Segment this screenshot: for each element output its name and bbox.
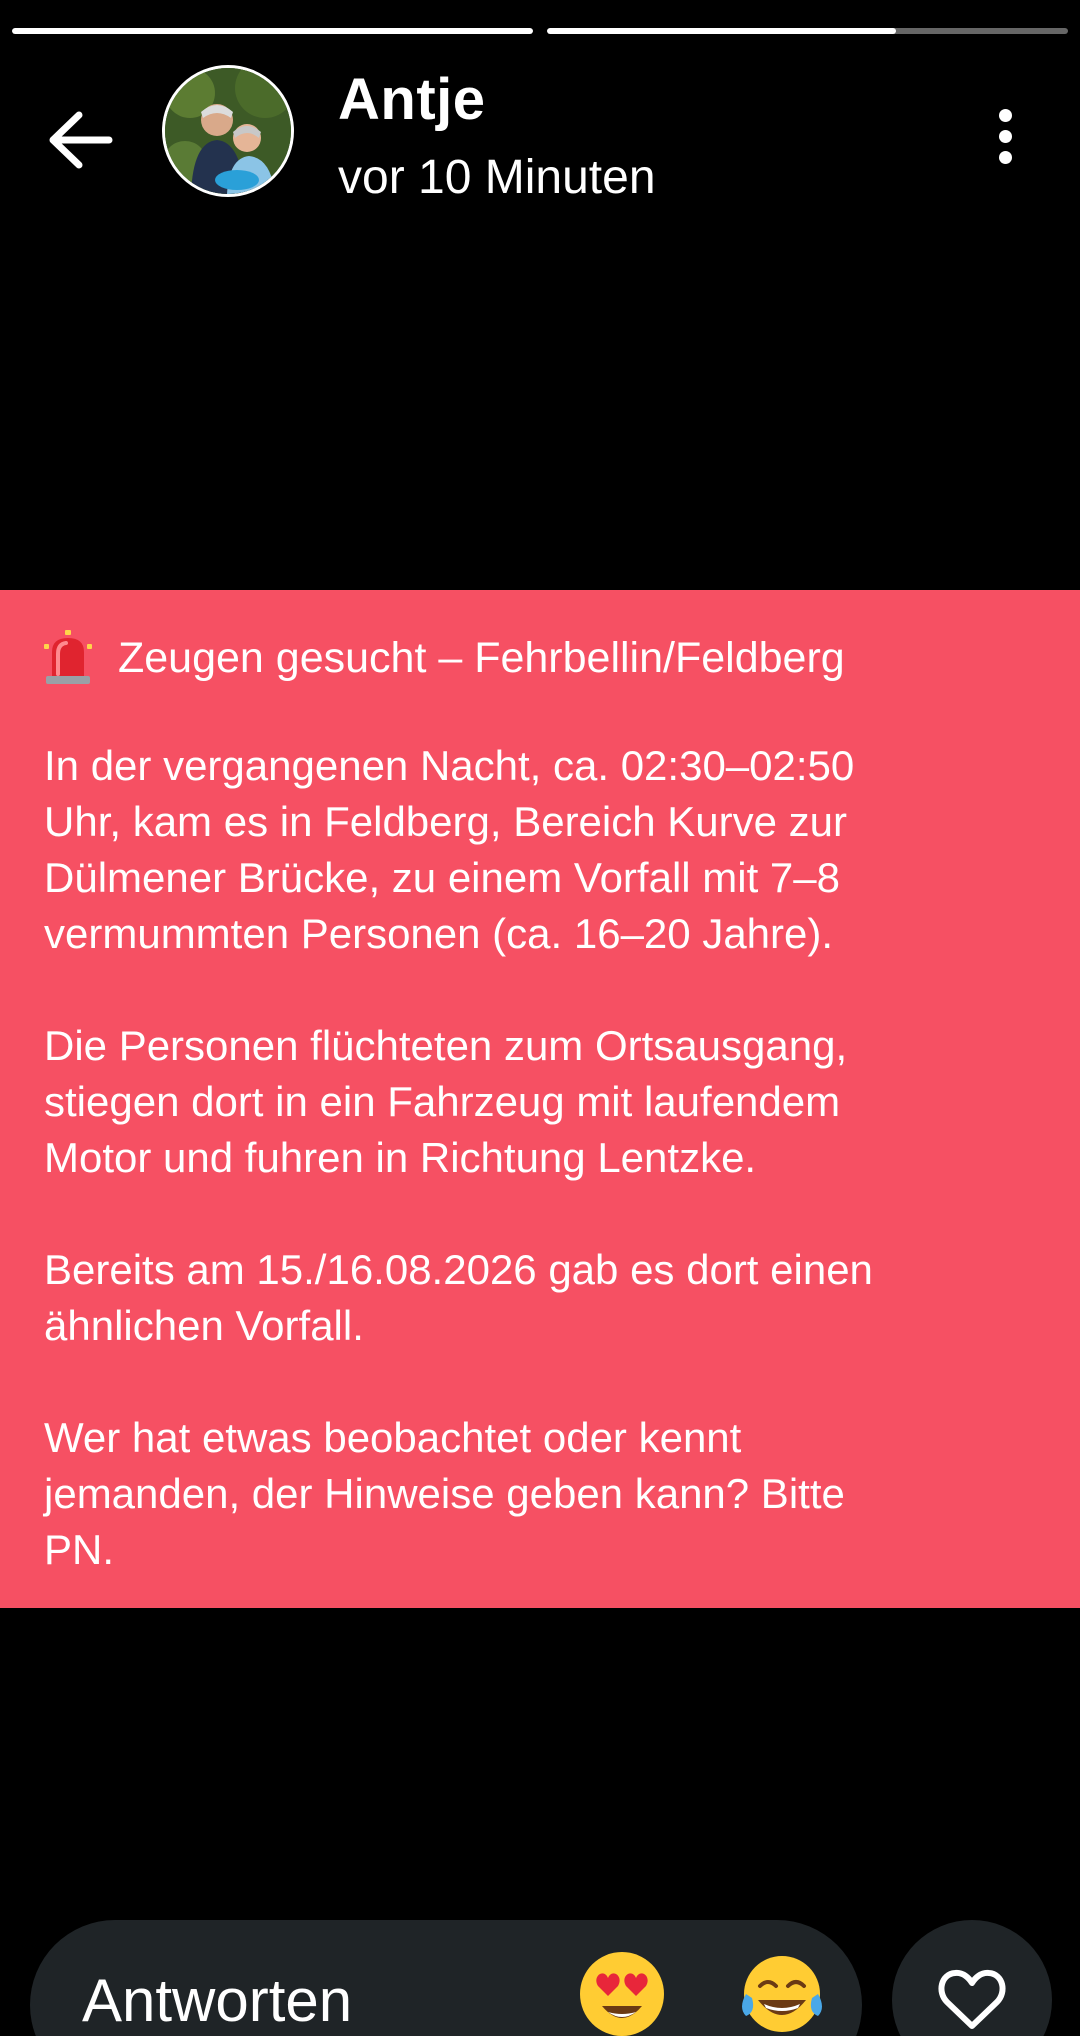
- reply-placeholder: Antworten: [82, 1967, 353, 2034]
- heart-eyes-emoji-icon[interactable]: [578, 1950, 666, 2036]
- username[interactable]: Antje: [338, 66, 486, 133]
- more-vertical-icon: [998, 150, 1012, 164]
- reply-input[interactable]: Antworten: [30, 1920, 862, 2036]
- avatar[interactable]: [162, 65, 294, 197]
- progress-segment: [12, 28, 533, 34]
- story-paragraph: Die Personen flüchteten zum Ortsausgang,…: [44, 1022, 848, 1181]
- tears-of-joy-emoji-icon[interactable]: [738, 1950, 826, 2036]
- avatar-photo: [165, 68, 291, 194]
- post-timestamp: vor 10 Minuten: [338, 151, 656, 204]
- siren-icon: [44, 630, 92, 684]
- like-button[interactable]: [892, 1920, 1052, 2036]
- story-viewer: Antje vor 10 Minuten Zeugen gesucht – Fe…: [0, 0, 1080, 2036]
- story-title-row: Zeugen gesucht – Fehrbellin/Feldberg: [44, 626, 1036, 690]
- heart-icon: [938, 1969, 1006, 2029]
- more-vertical-icon: [998, 108, 1012, 122]
- story-paragraph: In der vergangenen Nacht, ca. 02:30–02:5…: [44, 742, 855, 957]
- story-paragraph: Wer hat etwas beobachtet oder kennt jema…: [44, 1414, 845, 1573]
- progress-fill: [547, 28, 897, 34]
- story-title: Zeugen gesucht – Fehrbellin/Feldberg: [118, 634, 845, 682]
- more-vertical-icon: [998, 129, 1012, 143]
- arrow-left-icon: [49, 111, 113, 169]
- story-paragraph: Bereits am 15./16.08.2026 gab es dort ei…: [44, 1246, 873, 1349]
- more-options-button[interactable]: [970, 96, 1040, 176]
- back-button[interactable]: [40, 100, 120, 180]
- progress-fill: [12, 28, 533, 34]
- story-header: Antje vor 10 Minuten: [0, 60, 1080, 204]
- progress-segment: [547, 28, 1068, 34]
- story-progress: [12, 28, 1068, 34]
- story-text-card: Zeugen gesucht – Fehrbellin/Feldberg In …: [0, 590, 1080, 1608]
